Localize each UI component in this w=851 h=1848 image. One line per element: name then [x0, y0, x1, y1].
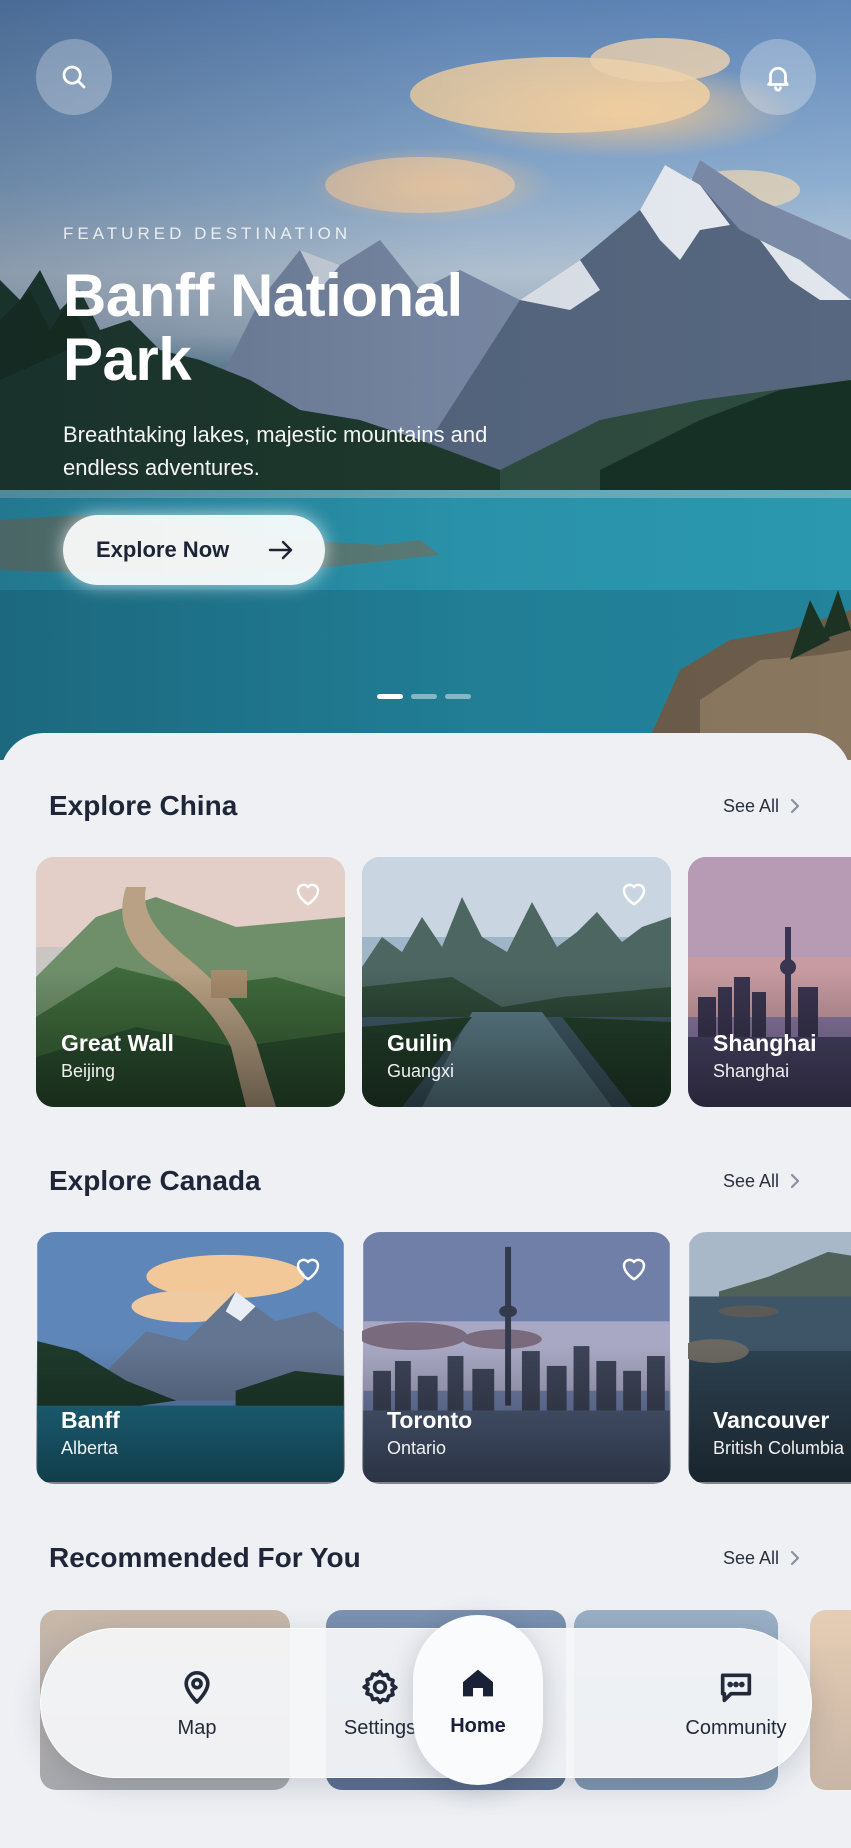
- chevron-right-icon: [790, 798, 800, 814]
- nav-item-community[interactable]: Community: [656, 1628, 816, 1778]
- nav-label: Map: [177, 1716, 217, 1739]
- card-title: Shanghai: [713, 1030, 817, 1056]
- see-all-label: See All: [722, 1547, 779, 1568]
- see-all-label: See All: [722, 795, 779, 816]
- carousel-indicator: [377, 694, 471, 699]
- heart-icon: [296, 883, 320, 906]
- explore-now-label: Explore Now: [96, 537, 230, 562]
- map-pin-icon: [184, 1670, 210, 1704]
- hero-description: Breathtaking lakes, majestic mountains a…: [63, 422, 488, 480]
- card-subtitle: Beijing: [61, 1061, 116, 1081]
- carousel-dot[interactable]: [445, 694, 471, 699]
- destination-card[interactable]: Vancouver British Columbia: [688, 1232, 851, 1484]
- card-title: Great Wall: [61, 1030, 174, 1056]
- see-all-link[interactable]: See All: [723, 796, 801, 817]
- canada-card-row[interactable]: Banff Alberta Toronto Ontario Vancouver …: [36, 1232, 851, 1484]
- carousel-dot[interactable]: [411, 694, 437, 699]
- hero-banner[interactable]: FEATURED DESTINATION Banff National Park…: [0, 0, 851, 760]
- recommended-card[interactable]: [810, 1610, 851, 1790]
- chevron-right-icon: [790, 1550, 800, 1566]
- china-card-row[interactable]: Great Wall Beijing Guilin Guangxi Shangh…: [36, 857, 851, 1107]
- card-subtitle: British Columbia: [713, 1438, 845, 1458]
- search-icon: [62, 65, 86, 89]
- section-title: Recommended For You: [49, 1542, 361, 1573]
- destination-card[interactable]: Great Wall Beijing: [36, 857, 345, 1107]
- notifications-button[interactable]: [740, 39, 816, 115]
- card-subtitle: Guangxi: [387, 1061, 455, 1081]
- card-title: Vancouver: [713, 1407, 830, 1433]
- nav-label: Community: [685, 1716, 787, 1739]
- section-title: Explore China: [49, 790, 238, 821]
- gear-icon: [362, 1669, 398, 1704]
- heart-icon: [622, 1258, 646, 1281]
- search-button[interactable]: [36, 39, 112, 115]
- arrow-right-icon: [268, 540, 293, 560]
- see-all-link[interactable]: See All: [723, 1548, 801, 1569]
- explore-now-button[interactable]: Explore Now: [63, 515, 325, 585]
- card-title: Guilin: [387, 1030, 453, 1056]
- heart-icon: [296, 1258, 320, 1281]
- favorite-button[interactable]: [619, 879, 649, 907]
- nav-label: Home: [450, 1714, 506, 1737]
- destination-card[interactable]: Shanghai Shanghai: [688, 857, 851, 1107]
- favorite-button[interactable]: [293, 879, 323, 907]
- heart-icon: [622, 883, 646, 906]
- hero-content: FEATURED DESTINATION Banff National Park…: [63, 224, 533, 484]
- card-subtitle: Ontario: [387, 1438, 447, 1458]
- see-all-link[interactable]: See All: [723, 1171, 801, 1192]
- favorite-button[interactable]: [293, 1254, 323, 1282]
- destination-card[interactable]: Toronto Ontario: [362, 1232, 671, 1484]
- card-title: Toronto: [387, 1407, 473, 1433]
- home-icon: [463, 1669, 493, 1696]
- chevron-right-icon: [790, 1173, 800, 1189]
- bell-icon: [767, 66, 789, 92]
- section-header-recommended: Recommended For You See All: [49, 1542, 801, 1574]
- favorite-button[interactable]: [619, 1254, 649, 1282]
- card-title: Banff: [61, 1407, 120, 1433]
- section-header-canada: Explore Canada See All: [49, 1165, 801, 1197]
- section-header-china: Explore China See All: [49, 790, 801, 822]
- nav-item-map[interactable]: Map: [117, 1628, 277, 1778]
- chat-bubble-icon: [720, 1673, 752, 1702]
- nav-label: Settings: [343, 1716, 417, 1739]
- destination-card[interactable]: Guilin Guangxi: [362, 857, 671, 1107]
- destination-card[interactable]: Banff Alberta: [36, 1232, 345, 1484]
- hero-title: Banff National Park: [63, 262, 463, 393]
- card-subtitle: Alberta: [61, 1438, 119, 1458]
- see-all-label: See All: [722, 1170, 779, 1191]
- nav-item-home[interactable]: Home: [413, 1615, 543, 1785]
- card-subtitle: Shanghai: [713, 1061, 790, 1081]
- section-title: Explore Canada: [49, 1165, 261, 1196]
- hero-eyebrow: FEATURED DESTINATION: [63, 224, 352, 243]
- carousel-dot[interactable]: [377, 694, 403, 699]
